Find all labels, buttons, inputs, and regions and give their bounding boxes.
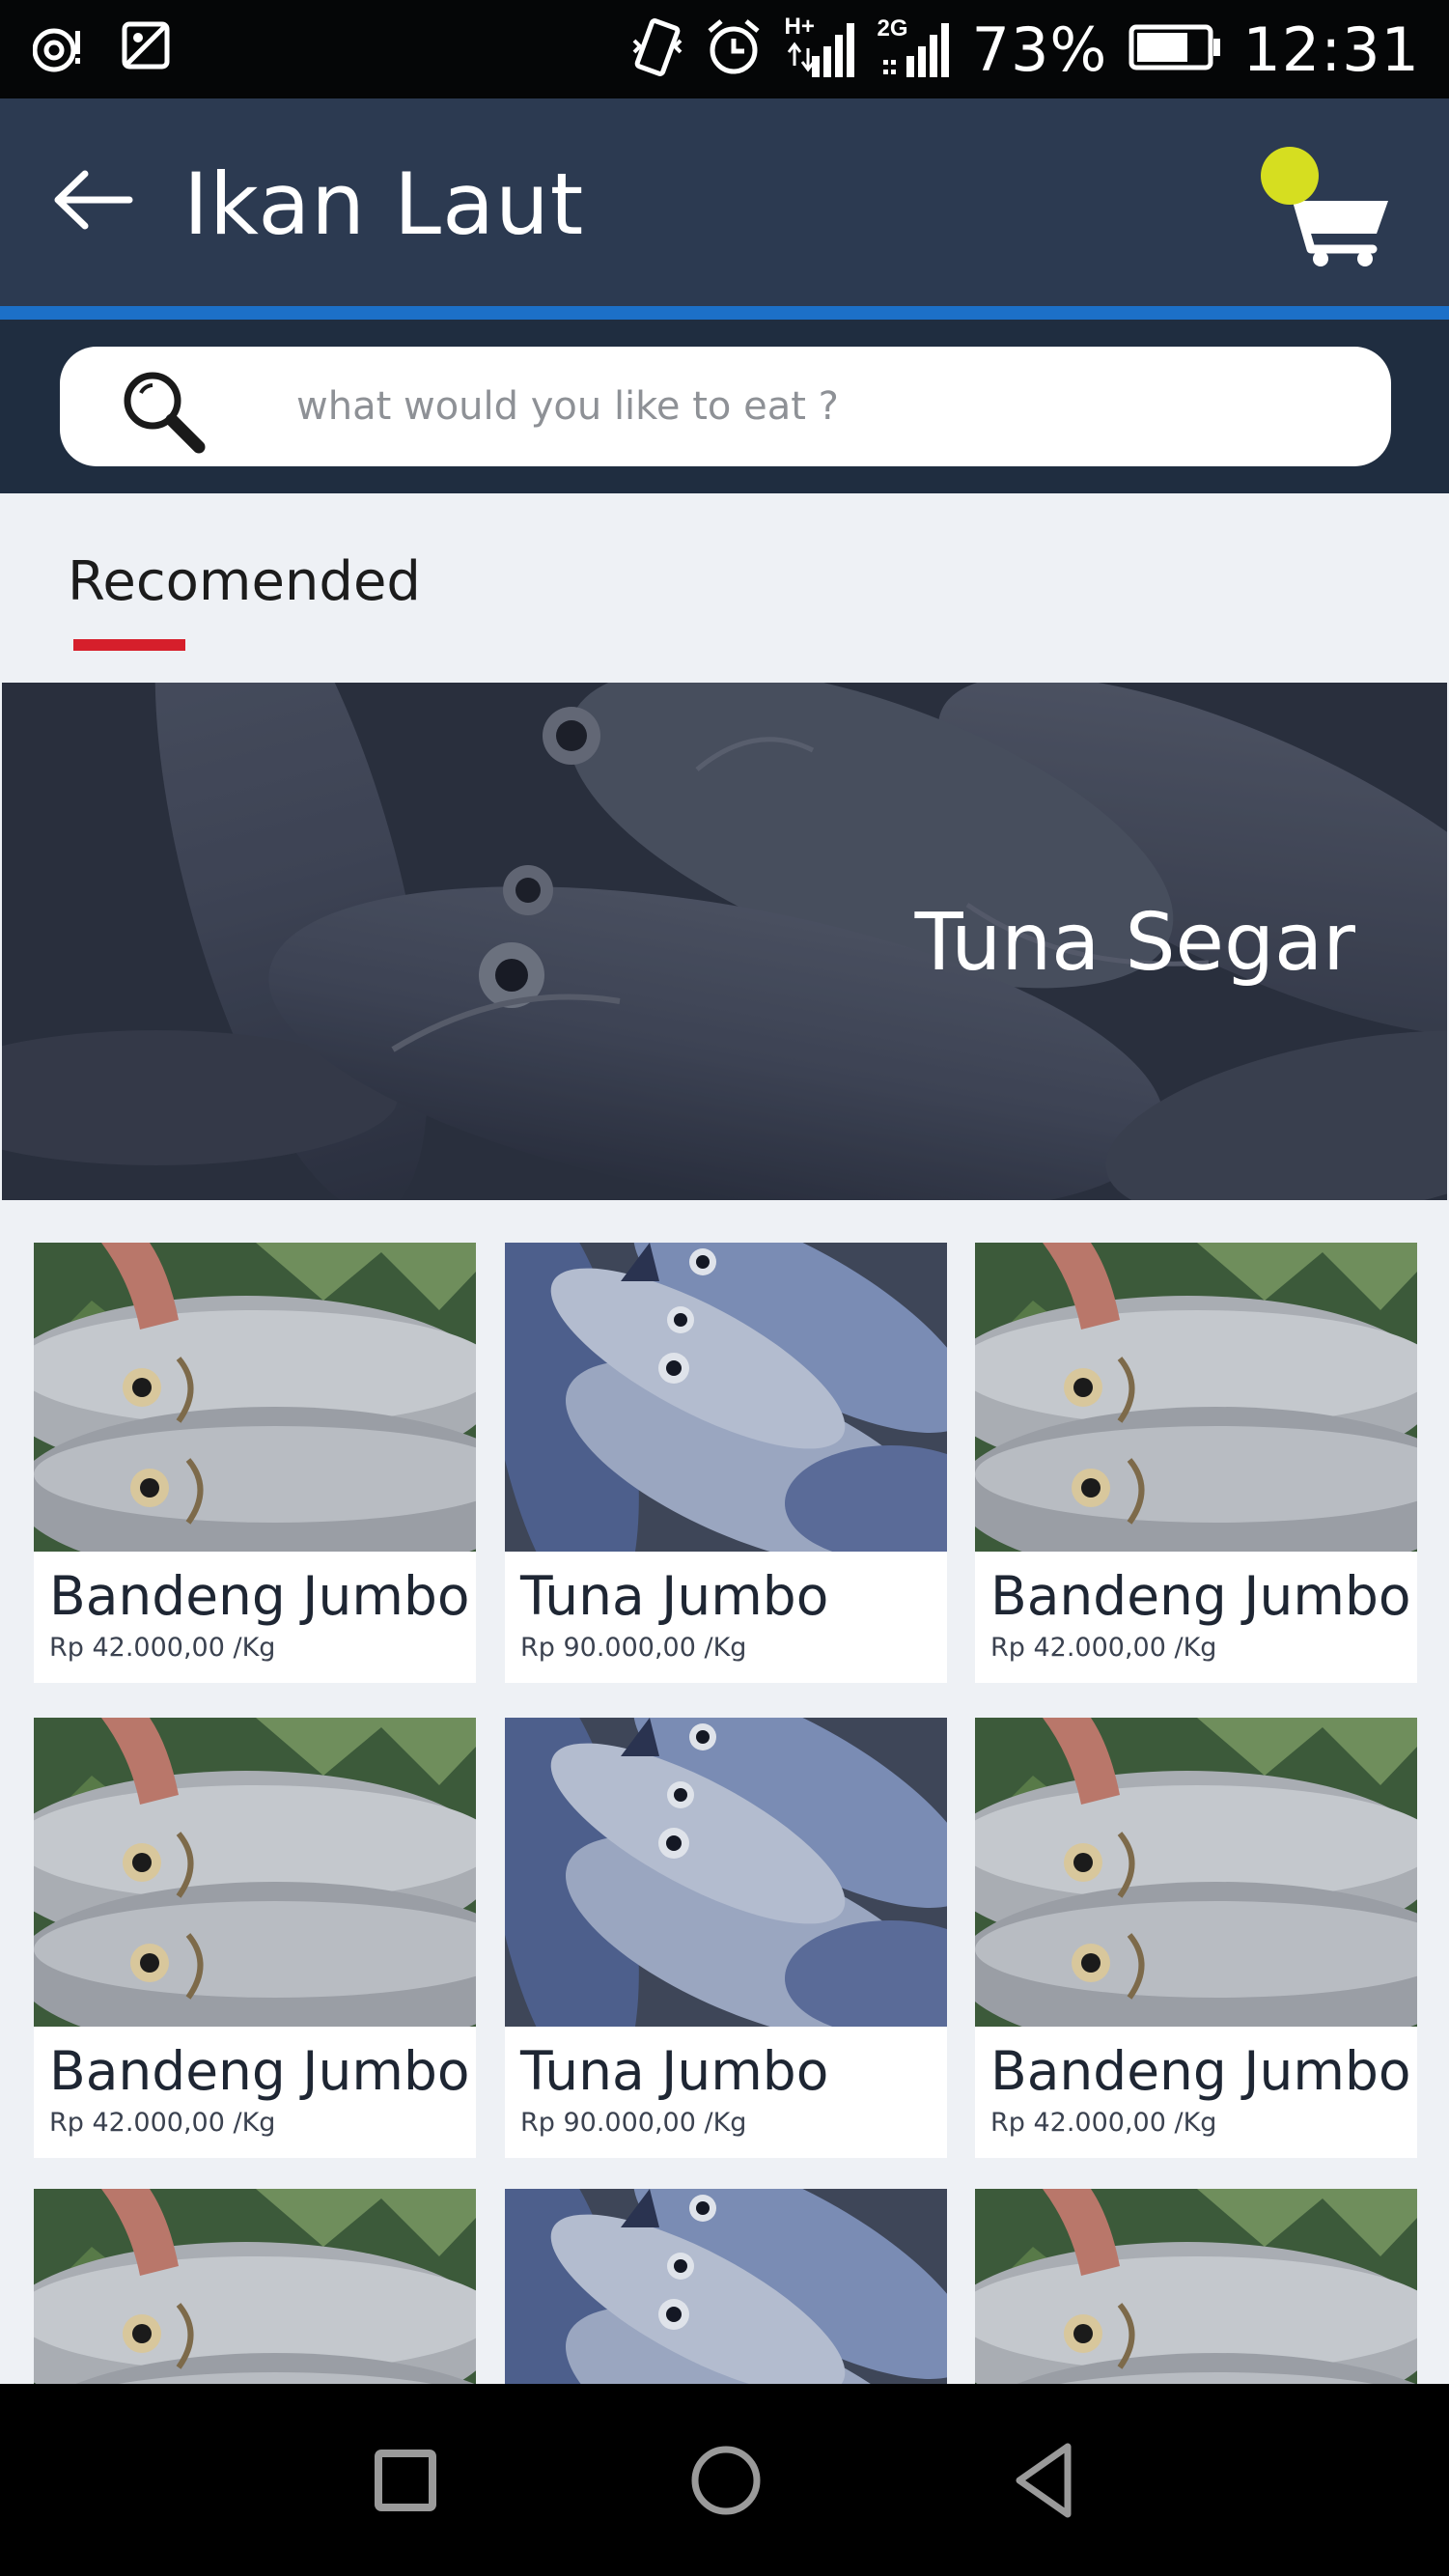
search-input[interactable] (296, 376, 1262, 437)
product-name: Tuna Jumbo (520, 2040, 829, 2102)
product-card[interactable]: Tuna Jumbo Rp 90.000,00 /Kg (505, 1718, 947, 2158)
product-price: Rp 42.000,00 /Kg (49, 1633, 276, 1663)
tab-indicator (73, 639, 185, 651)
screen: H+ 2G 73% 12:31 Ikan Laut what would you… (0, 0, 1449, 2576)
app-bar: Ikan Laut (0, 98, 1449, 320)
product-price: Rp 90.000,00 /Kg (520, 1633, 747, 1663)
home-icon[interactable] (678, 2432, 774, 2529)
clock: 12:31 (1242, 14, 1420, 85)
product-image-bandeng (34, 1243, 476, 1552)
banner-title: Tuna Segar (914, 897, 1355, 989)
status-bar: H+ 2G 73% 12:31 (0, 0, 1449, 98)
product-price: Rp 90.000,00 /Kg (520, 2108, 747, 2138)
product-card[interactable]: Bandeng Jumbo Rp 42.000,00 /Kg (34, 1243, 476, 1683)
battery-percent: 73% (971, 14, 1108, 85)
page-title: Ikan Laut (183, 154, 585, 254)
battery-icon (1129, 24, 1221, 75)
product-image-tuna (505, 1243, 947, 1552)
search-icon (124, 372, 206, 454)
cart-badge (1261, 147, 1319, 205)
product-name: Bandeng Jumbo (49, 2040, 470, 2102)
arrow-left-icon[interactable] (50, 166, 133, 234)
hotspot-icon (32, 21, 83, 80)
product-card[interactable] (505, 2189, 947, 2384)
product-grid: Bandeng Jumbo Rp 42.000,00 /Kg Tuna Jumbo R… (0, 1243, 1449, 2384)
product-price: Rp 42.000,00 /Kg (990, 1633, 1217, 1663)
signal-icon: H+ (783, 14, 856, 86)
product-image-bandeng (975, 1243, 1417, 1552)
alarm-icon (706, 17, 762, 82)
back-icon[interactable] (1000, 2432, 1097, 2529)
product-name: Bandeng Jumbo (990, 2040, 1411, 2102)
product-card[interactable]: Bandeng Jumbo Rp 42.000,00 /Kg (975, 1243, 1417, 1683)
product-image-bandeng (975, 2189, 1417, 2384)
tab-recommended[interactable]: Recomended (68, 550, 421, 613)
product-image-bandeng (34, 2189, 476, 2384)
nav-bar (0, 2384, 1449, 2576)
product-card[interactable]: Bandeng Jumbo Rp 42.000,00 /Kg (975, 1718, 1417, 2158)
product-name: Bandeng Jumbo (49, 1565, 470, 1627)
app-bar-accent-line (0, 306, 1449, 320)
signal-icon: 2G (878, 14, 951, 86)
product-card[interactable]: Bandeng Jumbo Rp 42.000,00 /Kg (34, 1718, 476, 2158)
product-image-bandeng (975, 1718, 1417, 2027)
product-card[interactable] (975, 2189, 1417, 2384)
product-image-tuna (505, 1718, 947, 2027)
product-name: Tuna Jumbo (520, 1565, 829, 1627)
product-price: Rp 42.000,00 /Kg (990, 2108, 1217, 2138)
cart-button[interactable] (1255, 141, 1400, 266)
product-image-tuna (505, 2189, 947, 2384)
search-box[interactable] (60, 347, 1391, 466)
product-image-bandeng (34, 1718, 476, 2027)
product-price: Rp 42.000,00 /Kg (49, 2108, 276, 2138)
image-icon (122, 21, 170, 80)
product-card[interactable]: Tuna Jumbo Rp 90.000,00 /Kg (505, 1243, 947, 1683)
product-card[interactable] (34, 2189, 476, 2384)
vibrate-icon (630, 17, 684, 82)
product-name: Bandeng Jumbo (990, 1565, 1411, 1627)
banner-tuna-segar[interactable]: Tuna Segar (2, 683, 1447, 1200)
search-strip (0, 320, 1449, 493)
recents-icon[interactable] (357, 2432, 454, 2529)
